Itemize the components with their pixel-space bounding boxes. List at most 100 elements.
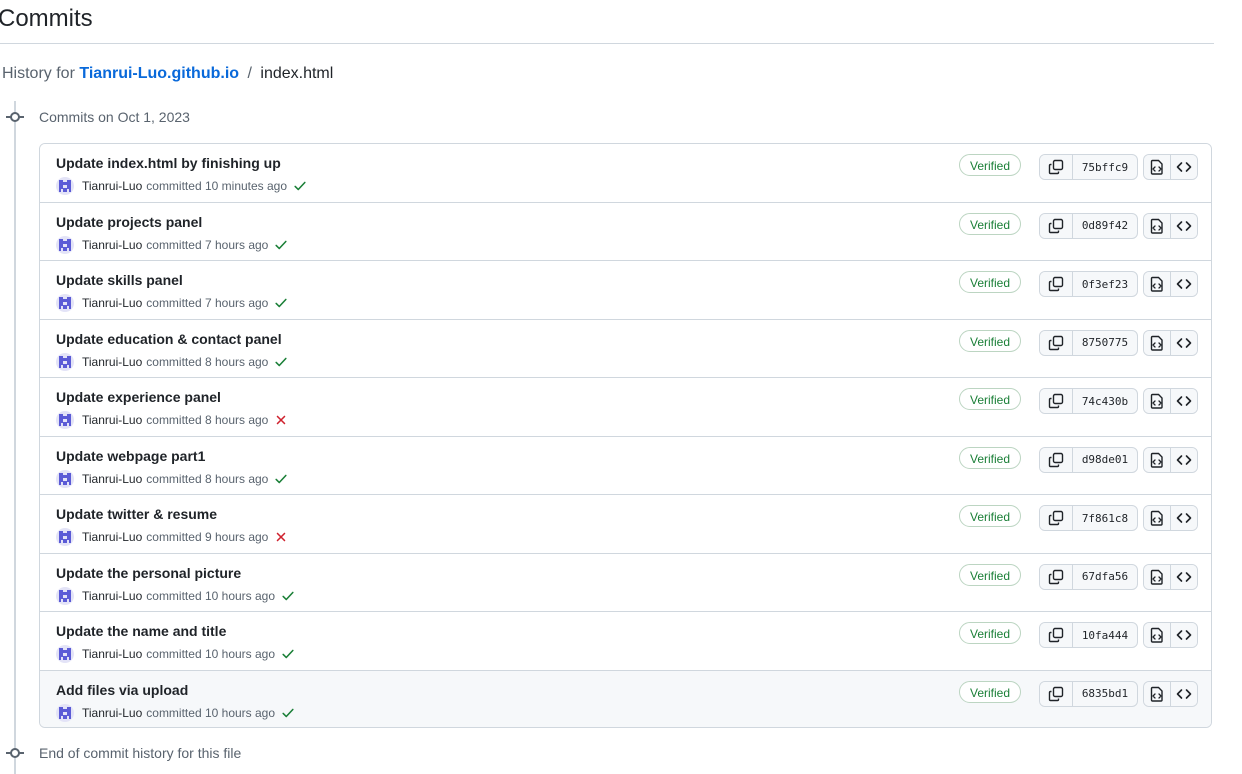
check-icon[interactable] [293,179,307,193]
code-icon[interactable] [1170,213,1197,238]
commit-message[interactable]: Update skills panel [56,271,183,289]
file-code-icon[interactable] [1144,447,1170,472]
commit-sha[interactable]: 74c430b [1073,389,1137,413]
check-icon[interactable] [281,647,295,661]
verified-badge[interactable]: Verified [959,680,1022,703]
file-code-icon[interactable] [1144,213,1170,238]
avatar[interactable] [56,411,74,429]
code-icon[interactable] [1170,389,1197,413]
commit-message[interactable]: Update education & contact panel [56,330,282,348]
x-icon[interactable] [274,413,288,427]
code-icon[interactable] [1170,330,1197,355]
commit-sha[interactable]: 75bffc9 [1073,155,1137,179]
commit-sha[interactable]: 0f3ef23 [1073,272,1137,296]
commit-row[interactable]: Update index.html by finishing up Tianru… [40,144,1211,203]
check-icon[interactable] [274,472,288,486]
commit-sha[interactable]: d98de01 [1073,448,1137,472]
commit-author[interactable]: Tianrui-Luo [82,706,142,720]
commit-author[interactable]: Tianrui-Luo [82,472,142,486]
verified-badge[interactable]: Verified [959,154,1022,176]
commit-sha[interactable]: 7f861c8 [1073,506,1137,530]
verified-badge[interactable]: Verified [959,563,1022,586]
avatar[interactable] [56,645,74,663]
code-icon[interactable] [1170,623,1197,647]
commit-sha[interactable]: 6835bd1 [1073,682,1137,706]
commit-message[interactable]: Update projects panel [56,213,202,231]
check-icon[interactable] [274,238,288,252]
copy-icon[interactable] [1040,564,1073,589]
copy-icon[interactable] [1040,155,1073,179]
commit-message[interactable]: Update experience panel [56,388,221,406]
commit-row[interactable]: Update projects panel Tianrui-Luo commit… [40,202,1211,261]
commit-row[interactable]: Update the name and title Tianrui-Luo co… [40,612,1211,671]
commit-author[interactable]: Tianrui-Luo [82,413,142,427]
commit-row[interactable]: Update webpage part1 Tianrui-Luo committ… [40,436,1211,495]
commit-row[interactable]: Update skills panel Tianrui-Luo committe… [40,261,1211,320]
commit-author[interactable]: Tianrui-Luo [82,238,142,252]
avatar[interactable] [56,528,74,546]
verified-badge[interactable]: Verified [959,388,1022,410]
commit-author[interactable]: Tianrui-Luo [82,530,142,544]
commit-message[interactable]: Update twitter & resume [56,505,217,523]
check-icon[interactable] [274,355,288,369]
commit-sha[interactable]: 67dfa56 [1073,565,1137,589]
copy-icon[interactable] [1040,213,1073,238]
commit-sha[interactable]: 10fa444 [1073,623,1137,647]
file-code-icon[interactable] [1144,272,1170,296]
copy-icon[interactable] [1040,623,1073,647]
copy-icon[interactable] [1040,389,1073,413]
copy-icon[interactable] [1040,447,1073,472]
code-icon[interactable] [1170,506,1197,530]
verified-badge[interactable]: Verified [959,505,1022,527]
copy-icon[interactable] [1040,330,1073,355]
copy-icon[interactable] [1040,272,1073,296]
verified-badge[interactable]: Verified [959,329,1022,352]
file-code-icon[interactable] [1144,681,1170,706]
commit-author[interactable]: Tianrui-Luo [82,179,142,193]
commit-message[interactable]: Add files via upload [56,681,188,699]
avatar[interactable] [56,703,74,722]
file-code-icon[interactable] [1144,155,1170,179]
verified-badge[interactable]: Verified [959,446,1022,469]
check-icon[interactable] [274,296,288,310]
commit-message[interactable]: Update the name and title [56,622,226,640]
verified-badge[interactable]: Verified [959,271,1022,293]
commit-row[interactable]: Update experience panel Tianrui-Luo comm… [40,378,1211,437]
copy-icon[interactable] [1040,681,1073,706]
file-code-icon[interactable] [1144,564,1170,589]
verified-badge[interactable]: Verified [959,212,1022,235]
check-icon[interactable] [281,706,295,720]
commit-row[interactable]: Update education & contact panel Tianrui… [40,319,1211,378]
avatar[interactable] [56,294,74,312]
commit-message[interactable]: Update webpage part1 [56,447,205,465]
avatar[interactable] [56,586,74,605]
file-code-icon[interactable] [1144,623,1170,647]
code-icon[interactable] [1170,564,1197,589]
commit-message[interactable]: Update index.html by finishing up [56,154,281,172]
repo-link[interactable]: Tianrui-Luo.github.io [79,65,239,82]
code-icon[interactable] [1170,681,1197,706]
file-code-icon[interactable] [1144,506,1170,530]
commit-sha[interactable]: 0d89f42 [1073,214,1137,238]
copy-icon[interactable] [1040,506,1073,530]
commit-author[interactable]: Tianrui-Luo [82,647,142,661]
commit-row[interactable]: Add files via upload Tianrui-Luo committ… [40,670,1211,727]
code-icon[interactable] [1170,272,1197,296]
code-icon[interactable] [1170,447,1197,472]
file-code-icon[interactable] [1144,330,1170,355]
verified-badge[interactable]: Verified [959,622,1022,644]
commit-author[interactable]: Tianrui-Luo [82,355,142,369]
commit-author[interactable]: Tianrui-Luo [82,589,142,603]
check-icon[interactable] [281,589,295,603]
avatar[interactable] [56,469,74,488]
avatar[interactable] [56,352,74,371]
file-code-icon[interactable] [1144,389,1170,413]
commit-message[interactable]: Update the personal picture [56,564,241,582]
x-icon[interactable] [274,530,288,544]
commit-author[interactable]: Tianrui-Luo [82,296,142,310]
code-icon[interactable] [1170,155,1197,179]
commit-sha[interactable]: 8750775 [1073,331,1137,355]
avatar[interactable] [56,235,74,254]
commit-row[interactable]: Update the personal picture Tianrui-Luo … [40,553,1211,612]
avatar[interactable] [56,177,74,195]
